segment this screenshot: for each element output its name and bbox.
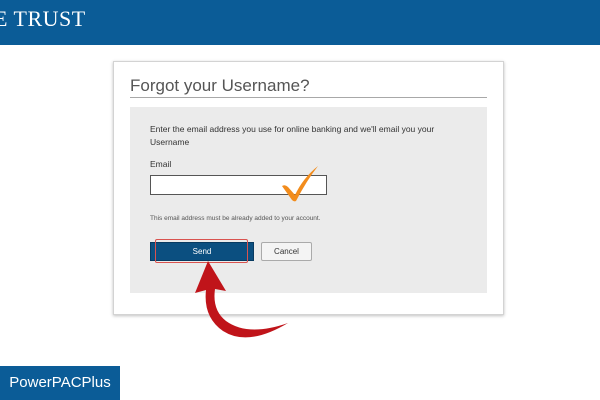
page-title: Forgot your Username? (130, 76, 310, 95)
email-hint-text: This email address must be already added… (150, 215, 321, 222)
pointer-arrow-icon (195, 261, 288, 338)
title-divider (130, 97, 487, 98)
email-label: Email (150, 159, 172, 169)
site-header: E TRUST (0, 0, 600, 45)
powerpacplus-badge: PowerPACPlus (0, 366, 120, 400)
bank-logo-text: E TRUST (0, 6, 86, 31)
instructions-text: Enter the email address you use for onli… (150, 124, 435, 147)
checkmark-icon (282, 166, 318, 202)
